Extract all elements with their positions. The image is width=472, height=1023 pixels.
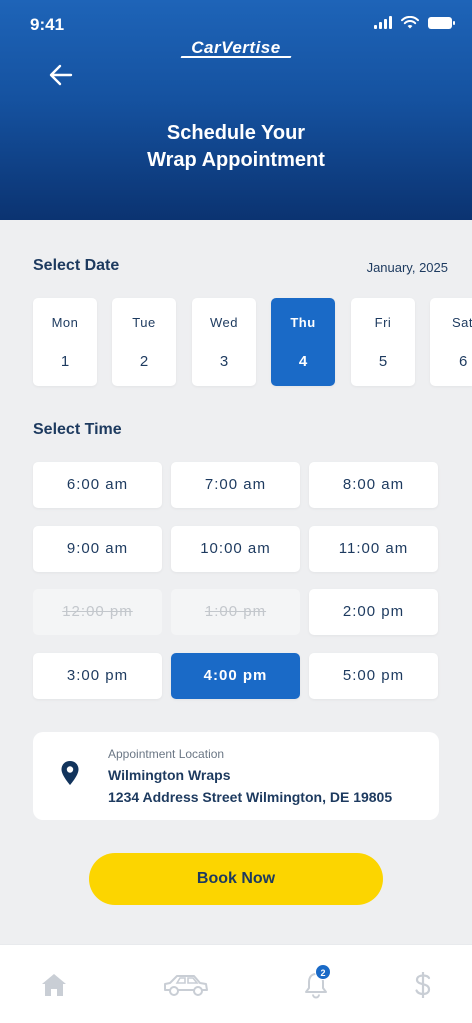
arrow-left-icon	[49, 64, 73, 86]
time-slot[interactable]: 2:00 pm	[309, 589, 438, 635]
location-name: Wilmington Wraps	[108, 767, 231, 783]
battery-icon	[428, 16, 455, 29]
day-name: Fri	[374, 315, 392, 330]
time-slot[interactable]: 11:00 am	[309, 526, 438, 572]
brand-logo: CarVertise	[0, 38, 472, 58]
day-card-tue[interactable]: Tue 2	[112, 298, 176, 386]
day-number: 2	[139, 353, 149, 370]
day-card-wed[interactable]: Wed 3	[192, 298, 256, 386]
status-time: 9:41	[30, 15, 65, 34]
book-now-button[interactable]: Book Now	[89, 853, 383, 905]
time-slot[interactable]: 9:00 am	[33, 526, 162, 572]
page-title: Schedule Your Wrap Appointment	[0, 120, 472, 174]
select-time-label: Select Time	[33, 421, 122, 438]
day-card-sat[interactable]: Sat 6	[430, 298, 472, 386]
location-address: 1234 Address Street Wilmington, DE 19805	[108, 789, 393, 805]
time-slot-unavailable: 1:00 pm	[171, 589, 300, 635]
select-date-label: Select Date	[33, 257, 120, 274]
dollar-icon	[415, 972, 431, 998]
home-icon	[42, 974, 66, 996]
time-slot[interactable]: 6:00 am	[33, 462, 162, 508]
day-name: Thu	[290, 315, 316, 330]
day-name: Tue	[132, 315, 156, 330]
time-slot[interactable]: 5:00 pm	[309, 653, 438, 699]
time-slot[interactable]: 7:00 am	[171, 462, 300, 508]
back-button[interactable]	[40, 58, 80, 94]
time-slot-unavailable: 12:00 pm	[33, 589, 162, 635]
day-name: Mon	[51, 315, 79, 330]
page-title-line2: Wrap Appointment	[147, 149, 325, 171]
tab-vehicle[interactable]	[146, 945, 226, 1023]
location-card: Appointment Location Wilmington Wraps 12…	[33, 732, 439, 820]
day-name: Sat	[452, 315, 472, 330]
tab-notifications[interactable]: 2	[276, 945, 356, 1023]
day-number: 3	[219, 353, 229, 370]
day-number: 5	[378, 353, 388, 370]
notification-badge: 2	[315, 964, 331, 980]
map-pin-icon	[61, 761, 79, 785]
tab-earnings[interactable]	[384, 945, 464, 1023]
header: 9:41 CarVertise Schedule Your Wrap Appoi…	[0, 0, 472, 220]
location-caption: Appointment Location	[108, 747, 225, 761]
page-title-line1: Schedule Your	[166, 122, 306, 144]
wifi-icon	[401, 16, 419, 29]
day-name: Wed	[210, 315, 238, 330]
day-card-thu[interactable]: Thu 4	[271, 298, 335, 386]
signal-icon	[374, 16, 392, 29]
day-card-fri[interactable]: Fri 5	[351, 298, 415, 386]
time-slot[interactable]: 8:00 am	[309, 462, 438, 508]
tab-home[interactable]	[14, 945, 94, 1023]
time-slot-selected[interactable]: 4:00 pm	[171, 653, 300, 699]
time-slot[interactable]: 10:00 am	[171, 526, 300, 572]
status-icons	[374, 16, 455, 29]
tab-bar: 2	[0, 944, 472, 1023]
day-number: 4	[298, 353, 308, 370]
day-card-mon[interactable]: Mon 1	[33, 298, 97, 386]
month-label: January, 2025	[366, 260, 448, 275]
car-icon	[164, 975, 208, 996]
day-number: 1	[60, 353, 70, 370]
day-number: 6	[459, 353, 468, 370]
time-slot[interactable]: 3:00 pm	[33, 653, 162, 699]
